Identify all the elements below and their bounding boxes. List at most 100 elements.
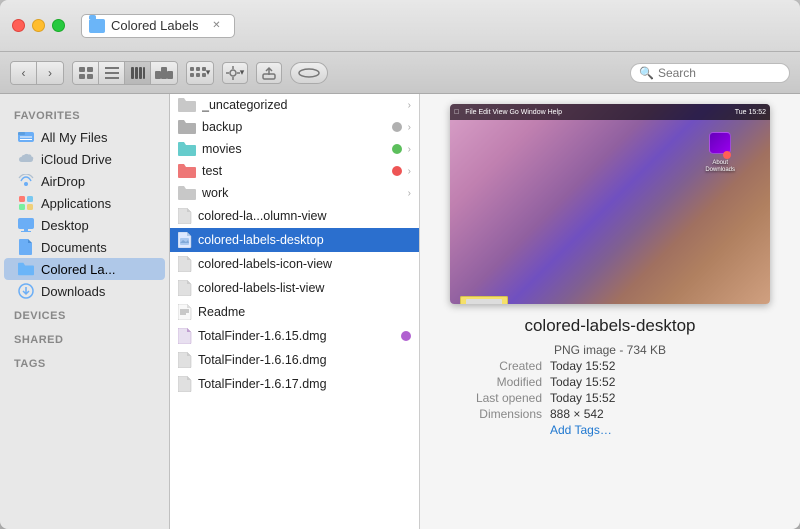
- action-chevron: ▾: [240, 67, 245, 78]
- sidebar-item-all-my-files[interactable]: All My Files: [4, 126, 165, 148]
- file-name: colored-labels-desktop: [198, 233, 411, 247]
- icloud-icon: [18, 151, 34, 167]
- column-view-icon: [131, 67, 145, 79]
- file-name: colored-la...olumn-view: [198, 209, 411, 223]
- file-icon: [178, 208, 192, 224]
- sidebar-item-label: Downloads: [41, 284, 105, 299]
- close-button[interactable]: [12, 19, 25, 32]
- dimensions-label: Dimensions: [450, 407, 550, 421]
- action-button[interactable]: ▾: [222, 62, 248, 84]
- chevron-icon: ›: [408, 122, 411, 133]
- sidebar-item-colored-la[interactable]: Colored La...: [4, 258, 165, 280]
- file-item-column-view[interactable]: colored-la...olumn-view: [170, 204, 419, 228]
- sidebar-item-label: AirDrop: [41, 174, 85, 189]
- file-item-desktop-selected[interactable]: colored-labels-desktop: [170, 228, 419, 252]
- search-input[interactable]: [658, 66, 778, 80]
- cover-flow-icon: [155, 67, 173, 79]
- file-name: TotalFinder-1.6.17.dmg: [198, 377, 411, 391]
- minimize-button[interactable]: [32, 19, 45, 32]
- sidebar-section-favorites: Favorites: [0, 102, 169, 126]
- active-tab[interactable]: Colored Labels ✕: [81, 14, 235, 38]
- sidebar-section-shared: Shared: [0, 326, 169, 350]
- last-opened-label: Last opened: [450, 391, 550, 405]
- sidebar-item-documents[interactable]: Documents: [4, 236, 165, 258]
- file-icon: [178, 280, 192, 296]
- main-content: Favorites All My Files: [0, 94, 800, 529]
- sidebar-item-label: Desktop: [41, 218, 89, 233]
- file-item-dmg-15[interactable]: TotalFinder-1.6.15.dmg: [170, 324, 419, 348]
- list-view-button[interactable]: [99, 62, 125, 84]
- chevron-icon: ›: [408, 144, 411, 155]
- toolbar: ‹ ›: [0, 52, 800, 94]
- file-icon: [178, 304, 192, 320]
- maximize-button[interactable]: [52, 19, 65, 32]
- chevron-icon: ›: [408, 100, 411, 111]
- file-item-test[interactable]: test ›: [170, 160, 419, 182]
- share-icon: [262, 66, 276, 80]
- search-icon: 🔍: [639, 66, 654, 80]
- icon-label: AboutDownloads: [705, 160, 735, 174]
- add-tags-button[interactable]: Add Tags…: [550, 423, 612, 437]
- forward-button[interactable]: ›: [37, 62, 63, 84]
- tab-title: Colored Labels: [111, 18, 198, 33]
- file-item-work[interactable]: work ›: [170, 182, 419, 204]
- documents-icon: [18, 239, 34, 255]
- file-name: colored-labels-icon-view: [198, 257, 411, 271]
- nav-buttons: ‹ ›: [10, 61, 64, 85]
- file-item-dmg-16[interactable]: TotalFinder-1.6.16.dmg: [170, 348, 419, 372]
- file-item-icon-view[interactable]: colored-labels-icon-view: [170, 252, 419, 276]
- share-button[interactable]: [256, 62, 282, 84]
- applications-icon: [18, 195, 34, 211]
- back-button[interactable]: ‹: [11, 62, 37, 84]
- icon-view-button[interactable]: [73, 62, 99, 84]
- add-tags-row: Add Tags…: [450, 422, 770, 438]
- gear-icon: [226, 66, 240, 80]
- created-value: Today 15:52: [550, 359, 615, 373]
- preview-menubar-clock: Tue 15:52: [735, 109, 766, 116]
- list-view-icon: [105, 67, 119, 79]
- file-name: colored-labels-list-view: [198, 281, 411, 295]
- sidebar-item-applications[interactable]: Applications: [4, 192, 165, 214]
- folder-icon: [178, 98, 196, 112]
- arrange-buttons: ▾: [186, 61, 214, 85]
- sidebar-item-label: Documents: [41, 240, 107, 255]
- preview-menubar-apple: : [454, 109, 459, 116]
- file-item-movies[interactable]: movies ›: [170, 138, 419, 160]
- sidebar-item-icloud[interactable]: iCloud Drive: [4, 148, 165, 170]
- file-item-dmg-17[interactable]: TotalFinder-1.6.17.dmg: [170, 372, 419, 396]
- sidebar-item-airdrop[interactable]: AirDrop: [4, 170, 165, 192]
- dimensions-value: 888 × 542: [550, 407, 604, 421]
- folder-icon: [178, 164, 196, 178]
- traffic-lights: [12, 19, 65, 32]
- cover-flow-button[interactable]: [151, 62, 177, 84]
- file-item-uncategorized[interactable]: _uncategorized ›: [170, 94, 419, 116]
- file-item-readme[interactable]: Readme: [170, 300, 419, 324]
- sidebar-item-label: Colored La...: [41, 262, 115, 277]
- tab-close-button[interactable]: ✕: [208, 18, 224, 34]
- sidebar-section-tags: Tags: [0, 350, 169, 374]
- modified-row: Modified Today 15:52: [450, 374, 770, 390]
- arrange-button[interactable]: ▾: [187, 62, 213, 84]
- file-name: Readme: [198, 305, 411, 319]
- dimensions-row: Dimensions 888 × 542: [450, 406, 770, 422]
- folder-icon: [178, 120, 196, 134]
- sidebar-item-downloads[interactable]: Downloads: [4, 280, 165, 302]
- sidebar: Favorites All My Files: [0, 94, 170, 529]
- file-item-list-view[interactable]: colored-labels-list-view: [170, 276, 419, 300]
- preview-filename: colored-labels-desktop: [524, 316, 695, 336]
- sidebar-item-desktop[interactable]: Desktop: [4, 214, 165, 236]
- all-my-files-icon: [18, 129, 34, 145]
- tag-button[interactable]: [290, 62, 328, 84]
- color-label-gray: [392, 122, 402, 132]
- filetype-row: PNG image - 734 KB: [450, 342, 770, 358]
- column-view-button[interactable]: [125, 62, 151, 84]
- preview-screenshot:  File Edit View Go Window Help Tue 15:5…: [450, 104, 770, 304]
- file-item-backup[interactable]: backup ›: [170, 116, 419, 138]
- file-icon: [178, 376, 192, 392]
- preview-panel:  File Edit View Go Window Help Tue 15:5…: [420, 94, 800, 529]
- about-downloads-icon: AboutDownloads: [705, 132, 735, 174]
- file-name: _uncategorized: [202, 98, 402, 112]
- file-icon: [178, 352, 192, 368]
- search-box[interactable]: 🔍: [630, 63, 790, 83]
- file-list: _uncategorized › backup › movies ›: [170, 94, 420, 529]
